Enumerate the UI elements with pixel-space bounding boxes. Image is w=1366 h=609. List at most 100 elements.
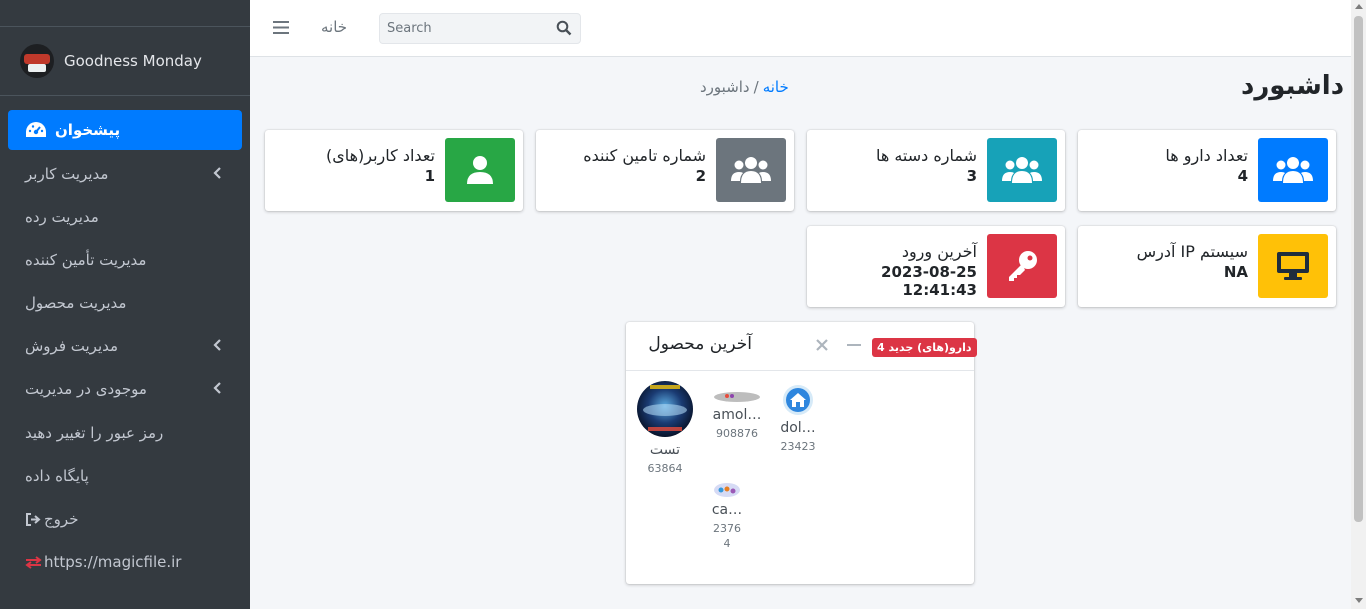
breadcrumb-current: داشبورد — [700, 78, 750, 96]
exchange-icon — [25, 555, 42, 569]
info-box-value: 3 — [966, 167, 977, 185]
sidebar-item-label: خروج — [44, 510, 79, 528]
card-title: آخرین محصول — [648, 334, 752, 354]
search-input[interactable] — [380, 14, 548, 43]
breadcrumb-separator: / — [753, 78, 759, 96]
info-box-label: آدرس IP سیستم — [1136, 242, 1248, 261]
search-box — [379, 13, 581, 44]
info-box-icon — [445, 138, 515, 202]
sidebar-item-label: مدیریت رده — [25, 208, 99, 226]
sidebar-item-label: مدیریت محصول — [25, 294, 127, 312]
product-name: amol… — [712, 407, 762, 423]
info-box-user-count: تعداد کاربر(های) 1 — [265, 130, 523, 211]
info-box-icon — [987, 234, 1057, 298]
tachometer-icon — [26, 122, 46, 137]
info-box-label: شماره دسته ها — [875, 146, 977, 165]
card-header: 4 دارو(های) جدید آخرین محصول — [626, 322, 977, 371]
minus-icon[interactable] — [847, 339, 861, 351]
info-box-icon — [1258, 138, 1328, 202]
product-image — [637, 381, 693, 437]
sidebar-item-label: موجودی در مدیریت — [25, 380, 147, 398]
info-box-last-login: آخرین ورود 2023-08-25 12:41:43 — [807, 226, 1065, 307]
user-icon — [467, 156, 493, 184]
product-price: 908876 — [716, 427, 758, 440]
sidebar-item-external-link[interactable]: https://magicfile.ir — [25, 547, 235, 577]
info-box-supplier-count: شماره تامین کننده 2 — [536, 130, 794, 211]
info-box-category-count: شماره دسته ها 3 — [807, 130, 1065, 211]
sidebar-item-label: پیشخوان — [55, 121, 121, 139]
users-icon — [731, 157, 771, 183]
scrollbar-thumb[interactable] — [1354, 16, 1363, 522]
key-icon — [1009, 251, 1037, 281]
product-name: تست — [649, 442, 681, 458]
sidebar-item-category-management[interactable]: مدیریت رده — [25, 202, 235, 232]
home-icon — [783, 385, 813, 415]
brand-name: Goodness Monday — [64, 52, 202, 70]
product-price-wrap: 4 — [723, 537, 731, 550]
info-box-icon — [987, 138, 1057, 202]
info-box-system-ip: آدرس IP سیستم NA — [1078, 226, 1336, 307]
info-box-label: تعداد دارو ها — [1165, 146, 1248, 165]
info-box-medicine-count: تعداد دارو ها 4 — [1078, 130, 1336, 211]
new-products-badge: 4 دارو(های) جدید — [872, 338, 977, 357]
sidebar-item-change-password[interactable]: رمز عبور را تغییر دهید — [25, 418, 235, 448]
brand-link[interactable]: Goodness Monday — [0, 26, 250, 96]
sidebar-item-sales-management[interactable]: مدیریت فروش — [25, 331, 235, 361]
scroll-up-arrow-icon[interactable] — [1355, 4, 1363, 9]
chevron-left-icon — [213, 382, 221, 394]
breadcrumb-home-link[interactable]: خانه — [763, 78, 789, 96]
chevron-left-icon — [213, 167, 221, 179]
latest-products-card: 4 دارو(های) جدید آخرین محصول تست 63864 a… — [626, 322, 977, 584]
desktop-icon — [1277, 252, 1309, 280]
product-price: 2376 — [713, 522, 741, 535]
info-box-icon — [716, 138, 786, 202]
sign-out-icon — [26, 512, 41, 526]
info-box-value: 2 — [695, 167, 706, 185]
users-icon — [1273, 157, 1313, 183]
info-box-value: 4 — [1237, 167, 1248, 185]
sidebar-item-label: مدیریت کاربر — [25, 165, 109, 183]
info-box-icon — [1258, 234, 1328, 298]
hamburger-menu-icon[interactable] — [273, 20, 289, 35]
breadcrumb: داشبورد / خانه — [700, 78, 789, 96]
sidebar: Goodness Monday پیشخوان مدیریت کاربر مدی… — [0, 0, 250, 609]
product-item[interactable]: dol… 23423 — [776, 384, 820, 453]
info-box-label: تعداد کاربر(های) — [325, 146, 435, 165]
sidebar-item-supplier-management[interactable]: مدیریت تأمین کننده — [25, 245, 235, 275]
product-image — [714, 392, 760, 402]
sidebar-item-label: پایگاه داده — [25, 467, 89, 485]
info-box-value: NA — [1223, 263, 1248, 281]
info-box-label: شماره تامین کننده — [583, 146, 706, 165]
product-item[interactable]: تست 63864 — [636, 380, 694, 475]
scroll-down-arrow-icon[interactable] — [1355, 598, 1363, 603]
sidebar-item-label: مدیریت تأمین کننده — [25, 251, 147, 269]
users-icon — [1002, 157, 1042, 183]
brand-logo — [20, 44, 54, 78]
product-item[interactable]: ca… 2376 4 — [708, 482, 746, 550]
info-box-label: آخرین ورود — [901, 242, 977, 261]
sidebar-item-user-management[interactable]: مدیریت کاربر — [25, 159, 235, 189]
search-icon[interactable] — [556, 20, 572, 36]
chevron-left-icon — [213, 339, 221, 351]
nav-home-link[interactable]: خانه — [321, 18, 347, 36]
product-name: dol… — [780, 420, 816, 436]
product-price: 23423 — [780, 440, 816, 453]
page-title: داشبورد — [1241, 71, 1345, 101]
product-name: ca… — [711, 502, 743, 518]
sidebar-item-inventory-management[interactable]: موجودی در مدیریت — [25, 374, 235, 404]
vertical-scrollbar[interactable] — [1351, 0, 1366, 609]
info-box-value: 1 — [424, 167, 435, 185]
product-image — [714, 483, 740, 497]
sidebar-item-dashboard[interactable]: پیشخوان — [8, 110, 242, 150]
sidebar-item-label: https://magicfile.ir — [44, 553, 182, 571]
top-navbar: خانه — [250, 0, 1351, 57]
sidebar-item-product-management[interactable]: مدیریت محصول — [25, 288, 235, 318]
sidebar-item-label: رمز عبور را تغییر دهید — [25, 424, 164, 442]
sidebar-item-logout[interactable]: خروج — [25, 504, 235, 534]
sidebar-item-label: مدیریت فروش — [25, 337, 119, 355]
close-icon[interactable] — [815, 338, 829, 352]
product-item[interactable]: amol… 908876 — [708, 388, 766, 440]
product-price: 63864 — [647, 462, 683, 475]
info-box-value: 2023-08-25 12:41:43 — [881, 263, 977, 299]
sidebar-item-database[interactable]: پایگاه داده — [25, 461, 235, 491]
